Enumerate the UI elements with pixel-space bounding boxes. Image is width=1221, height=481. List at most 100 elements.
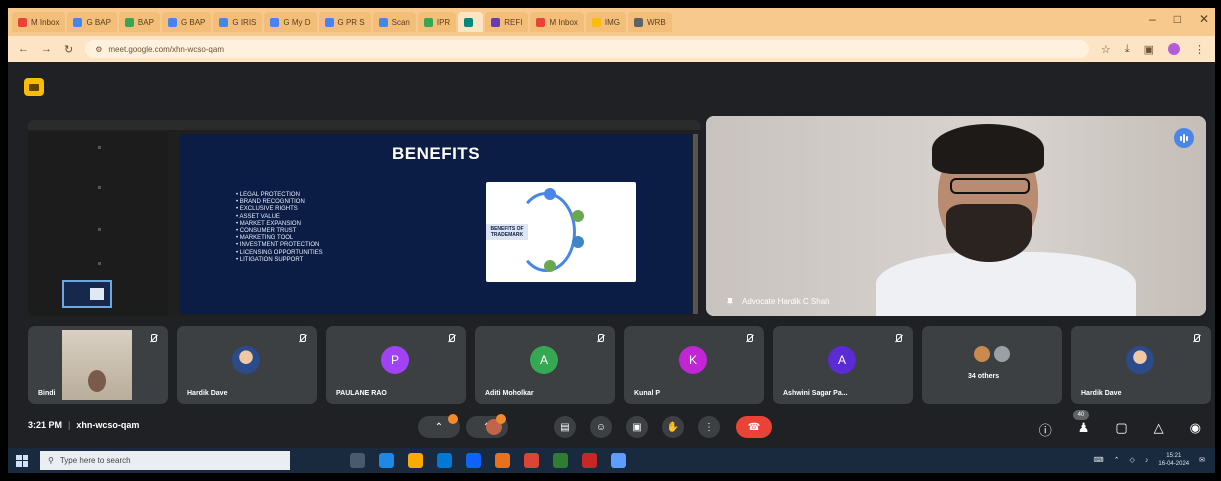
browser-tab[interactable]: M Inbox (12, 12, 66, 32)
participant-tile[interactable]: Bindi (28, 326, 168, 404)
people-count-badge: 40 (1073, 410, 1089, 420)
mail-icon[interactable] (466, 453, 481, 468)
host-controls-icon[interactable]: ◉ (1190, 420, 1201, 439)
meeting-controls-bar: 3:21 PM|xhn-wcso-qam ⌃ ⌃ ▤ ☺ ▣ ✋ ⋮ ☎ 40 … (8, 410, 1215, 444)
activities-icon[interactable]: △ (1154, 420, 1164, 439)
slide-thumbnail[interactable] (62, 280, 112, 308)
camera-button[interactable]: ⌃ (466, 414, 508, 438)
chrome-profile-icon[interactable] (553, 453, 568, 468)
tab-label: REFI (504, 17, 523, 27)
network-icon[interactable]: ◇ (1130, 456, 1135, 464)
meet-logo-icon (24, 78, 44, 96)
participant-name: Hardik Dave (187, 390, 228, 397)
more-options-button[interactable]: ⋮ (698, 416, 720, 438)
participant-tile[interactable]: K Kunal P (624, 326, 764, 404)
raise-hand-button[interactable]: ✋ (662, 416, 684, 438)
tab-label: M Inbox (549, 17, 578, 27)
tab-label: Scan (391, 17, 410, 27)
browser-tab[interactable]: REFI (485, 12, 529, 32)
volume-icon[interactable]: ♪ (1145, 457, 1149, 464)
minimize-button[interactable]: – (1149, 12, 1156, 26)
task-view-icon[interactable] (350, 453, 365, 468)
chrome-icon[interactable] (524, 453, 539, 468)
microphone-button[interactable]: ⌃ (418, 414, 460, 438)
edge-icon[interactable] (379, 453, 394, 468)
participant-tile[interactable]: Hardik Dave (1071, 326, 1211, 404)
meeting-details-icon[interactable]: ⓘ (1039, 420, 1052, 439)
browser-tab[interactable]: G IRIS (213, 12, 263, 32)
download-icon[interactable]: ⤓ (1125, 43, 1130, 56)
mic-off-icon (447, 334, 456, 343)
browser-tab[interactable]: IPR (417, 12, 457, 32)
benefit-item: LICENSING OPPORTUNITIES (236, 250, 323, 257)
benefit-list: LEGAL PROTECTIONBRAND RECOGNITIONEXCLUSI… (236, 192, 323, 264)
maximize-button[interactable]: □ (1174, 12, 1181, 26)
participant-tile[interactable]: A Ashwini Sagar Pa... (773, 326, 913, 404)
photos-icon[interactable] (611, 453, 626, 468)
chrome-orange-icon[interactable] (495, 453, 510, 468)
participant-tile[interactable]: A Aditi Moholkar (475, 326, 615, 404)
emoji-button[interactable]: ☺ (590, 416, 612, 438)
chrome-alt-icon[interactable] (582, 453, 597, 468)
end-call-button[interactable]: ☎ (736, 416, 772, 438)
participant-tile[interactable]: 34 others (922, 326, 1062, 404)
system-clock[interactable]: 15:21 16-04-2024 (1158, 452, 1189, 468)
bookmark-star-icon[interactable]: ☆ (1101, 43, 1111, 56)
side-panel-icon[interactable]: ▣ (1144, 43, 1154, 56)
participant-name: Kunal P (634, 390, 661, 397)
browser-tab[interactable]: IMG (585, 12, 627, 32)
tab-label: IMG (604, 17, 621, 27)
participant-tile[interactable]: Hardik Dave (177, 326, 317, 404)
keyboard-icon[interactable]: ⌨ (1094, 456, 1104, 464)
close-window-button[interactable]: ✕ (1199, 12, 1209, 26)
speaker-video-tile[interactable]: Advocate Hardik C Shah (706, 116, 1206, 316)
url-field[interactable]: ⚙ meet.google.com/xhn-wcso-qam (85, 40, 1089, 58)
windows-taskbar: ⚲ Type here to search ⌨ ⌃ ◇ ♪ 15:21 16-0… (8, 448, 1215, 473)
reload-icon[interactable]: ↻ (64, 43, 73, 56)
browser-tab[interactable]: BAP (118, 12, 160, 32)
store-icon[interactable] (437, 453, 452, 468)
chat-icon[interactable]: ▢ (1115, 420, 1127, 439)
back-icon[interactable]: ← (18, 43, 29, 55)
taskbar-apps (350, 453, 626, 468)
forward-icon[interactable]: → (41, 43, 52, 55)
participant-tile[interactable]: P PAULANE RAO (326, 326, 466, 404)
avatar: A (828, 346, 856, 374)
address-bar: ← → ↻ ⚙ meet.google.com/xhn-wcso-qam ☆ ⤓… (8, 36, 1215, 62)
browser-tab[interactable]: G BAP (67, 12, 117, 32)
tab-favicon-icon (536, 17, 546, 27)
browser-menu-icon[interactable]: ⋮ (1194, 43, 1205, 56)
speaker-hair (932, 124, 1044, 174)
browser-tab[interactable]: M Inbox (530, 12, 584, 32)
present-button[interactable]: ▣ (626, 416, 648, 438)
tab-label: M Inbox (31, 17, 60, 27)
browser-tab[interactable]: G PR S (318, 12, 371, 32)
taskbar-search-box[interactable]: ⚲ Type here to search (40, 451, 290, 470)
tab-label: G IRIS (232, 17, 257, 27)
file-explorer-icon[interactable] (408, 453, 423, 468)
participant-name: 34 others (968, 373, 1000, 380)
slide-scrollbar[interactable] (693, 134, 698, 314)
tab-label: G BAP (180, 17, 206, 27)
profile-avatar[interactable] (1168, 42, 1180, 55)
captions-button[interactable]: ▤ (554, 416, 576, 438)
browser-tab[interactable]: G My D (264, 12, 317, 32)
browser-tab[interactable]: WRB (628, 12, 672, 32)
tray-chevron-icon[interactable]: ⌃ (1114, 456, 1120, 464)
side-panel-controls: ⓘ ♟ ▢ △ ◉ (1039, 420, 1201, 439)
pin-icon[interactable] (726, 297, 734, 306)
mic-off-icon (596, 334, 605, 343)
tab-favicon-icon (219, 17, 229, 27)
people-icon[interactable]: ♟ (1078, 420, 1090, 439)
participant-strip: Bindi Hardik Dave P PAULANE RAO A Aditi Mohol… (28, 326, 1211, 404)
browser-tab[interactable]: G BAP (161, 12, 212, 32)
mic-off-icon (745, 334, 754, 343)
browser-tab[interactable]: Scan (372, 12, 416, 32)
notifications-icon[interactable]: ✉ (1199, 456, 1205, 464)
diagram-node (544, 188, 556, 200)
search-placeholder: Type here to search (59, 456, 131, 465)
site-info-icon[interactable]: ⚙ (95, 45, 102, 54)
windows-start-icon[interactable] (16, 454, 28, 467)
presentation-tile[interactable]: BENEFITS LEGAL PROTECTIONBRAND RECOGNITI… (28, 120, 700, 316)
browser-tab[interactable] (458, 12, 484, 32)
